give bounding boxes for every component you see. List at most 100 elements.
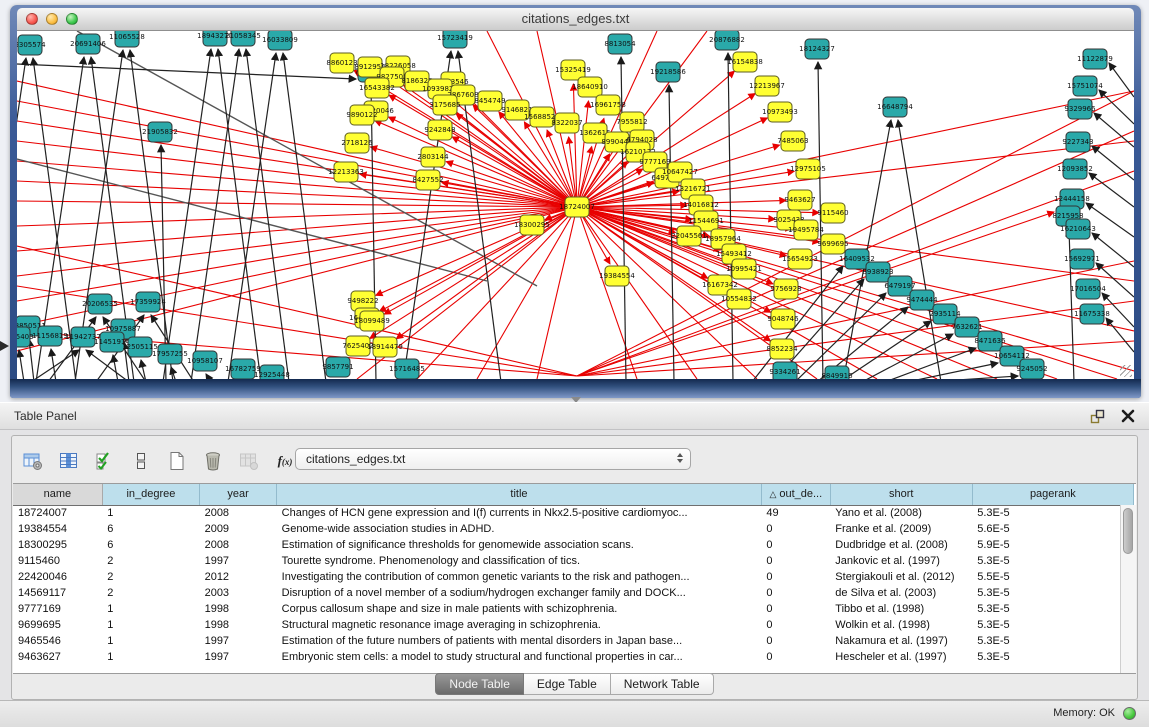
graph-node[interactable]: 7955812 (616, 112, 647, 132)
table-row[interactable]: 2242004622012Investigating the contribut… (13, 569, 1134, 585)
cell-name[interactable]: 9777169 (13, 601, 102, 617)
graph-node[interactable]: 8852234 (766, 339, 798, 359)
scrollbar-thumb[interactable] (1123, 508, 1133, 554)
graph-node[interactable]: 9048746 (767, 309, 799, 329)
cell-year[interactable]: 2003 (200, 585, 277, 601)
cell-pagerank[interactable]: 5.3E-5 (972, 505, 1133, 521)
graph-node[interactable]: 3175685 (429, 95, 460, 115)
cell-short[interactable]: Dudbridge et al. (2008) (830, 537, 972, 553)
graph-node[interactable]: 15751074 (1067, 76, 1103, 96)
cell-name[interactable]: 9115460 (13, 553, 102, 569)
column-header-name[interactable]: name (13, 484, 102, 505)
cell-name[interactable]: 9465546 (13, 633, 102, 649)
graph-node[interactable]: 17016504 (1070, 279, 1106, 299)
cell-out_degree[interactable]: 0 (761, 553, 830, 569)
cell-title[interactable]: Embryonic stem cells: a model to study s… (277, 649, 762, 665)
cell-short[interactable]: de Silva et al. (2003) (830, 585, 972, 601)
row-selection-icon[interactable] (94, 450, 116, 472)
network-canvas[interactable]: 1872400793055742069140611065528189432702… (17, 31, 1134, 379)
cell-name[interactable]: 18724007 (13, 505, 102, 521)
graph-node[interactable]: 7485063 (777, 131, 808, 151)
graph-node[interactable]: 21058345 (225, 31, 261, 46)
cell-name[interactable]: 9699695 (13, 617, 102, 633)
zoom-window-button[interactable] (66, 13, 78, 25)
graph-node[interactable]: 2718126 (341, 133, 373, 153)
cell-year[interactable]: 2008 (200, 537, 277, 553)
cell-out_degree[interactable]: 0 (761, 601, 830, 617)
function-builder-icon[interactable]: f(x) (274, 450, 296, 472)
graph-node[interactable]: 9245052 (1016, 359, 1047, 379)
network-graph[interactable]: 1872400793055742069140611065528189432702… (17, 31, 1134, 379)
graph-node[interactable]: 11065528 (109, 31, 145, 47)
cell-pagerank[interactable]: 5.3E-5 (972, 585, 1133, 601)
graph-node[interactable]: 16033809 (262, 31, 298, 50)
cell-pagerank[interactable]: 5.5E-5 (972, 569, 1133, 585)
graph-node[interactable]: 11122879 (1077, 49, 1113, 69)
graph-node[interactable]: 21905832 (142, 122, 178, 142)
cell-in_degree[interactable]: 1 (102, 601, 199, 617)
table-row[interactable]: 1872400712008Changes of HCN gene express… (13, 505, 1134, 521)
table-source-select[interactable]: citations_edges.txt (295, 448, 691, 470)
cell-in_degree[interactable]: 6 (102, 537, 199, 553)
graph-node[interactable]: 19218586 (650, 62, 686, 82)
cell-in_degree[interactable]: 1 (102, 633, 199, 649)
cell-out_degree[interactable]: 0 (761, 585, 830, 601)
graph-node[interactable]: 9857791 (322, 357, 353, 377)
graph-node[interactable]: 19495784 (788, 220, 824, 240)
window-titlebar[interactable]: citations_edges.txt (17, 8, 1134, 31)
cell-in_degree[interactable]: 2 (102, 569, 199, 585)
cell-pagerank[interactable]: 5.3E-5 (972, 633, 1133, 649)
float-panel-icon[interactable] (1089, 407, 1107, 425)
cell-title[interactable]: Structural magnetic resonance image aver… (277, 617, 762, 633)
cell-title[interactable]: Estimation of significance thresholds fo… (277, 537, 762, 553)
cell-title[interactable]: Genome-wide association studies in ADHD. (277, 521, 762, 537)
table-row[interactable]: 977716911998Corpus callosum shape and si… (13, 601, 1134, 617)
cell-out_degree[interactable]: 0 (761, 569, 830, 585)
close-window-button[interactable] (26, 13, 38, 25)
graph-node[interactable]: 9334261 (769, 362, 800, 379)
cell-title[interactable]: Estimation of the future numbers of pati… (277, 633, 762, 649)
cell-name[interactable]: 14569117 (13, 585, 102, 601)
cell-pagerank[interactable]: 5.3E-5 (972, 553, 1133, 569)
cell-year[interactable]: 2008 (200, 505, 277, 521)
table-row[interactable]: 911546021997Tourette syndrome. Phenomeno… (13, 553, 1134, 569)
cell-in_degree[interactable]: 1 (102, 649, 199, 665)
graph-node[interactable]: 18914479 (367, 337, 403, 357)
cell-short[interactable]: Tibbo et al. (1998) (830, 601, 972, 617)
column-header-short[interactable]: short (830, 484, 972, 505)
cell-out_degree[interactable]: 0 (761, 633, 830, 649)
cell-year[interactable]: 1997 (200, 553, 277, 569)
table-scrollbar[interactable] (1120, 505, 1136, 673)
cell-name[interactable]: 19384554 (13, 521, 102, 537)
table-row[interactable]: 1456911722003Disruption of a novel membe… (13, 585, 1134, 601)
cell-name[interactable]: 18300295 (13, 537, 102, 553)
graph-node[interactable]: 9305574 (17, 35, 46, 55)
cell-short[interactable]: Nakamura et al. (1997) (830, 633, 972, 649)
graph-node[interactable]: 8813054 (604, 34, 636, 54)
cell-out_degree[interactable]: 0 (761, 617, 830, 633)
tab-edge-table[interactable]: Edge Table (524, 673, 611, 695)
graph-node[interactable]: 9699695 (817, 234, 848, 254)
graph-node[interactable]: 9227343 (1062, 132, 1093, 152)
delete-table-icon[interactable] (202, 450, 224, 472)
minimize-window-button[interactable] (46, 13, 58, 25)
cell-pagerank[interactable]: 5.3E-5 (972, 617, 1133, 633)
tab-network-table[interactable]: Network Table (611, 673, 714, 695)
graph-node[interactable]: 15654923 (782, 249, 818, 269)
cell-year[interactable]: 1998 (200, 601, 277, 617)
tab-node-table[interactable]: Node Table (435, 673, 524, 695)
cell-short[interactable]: Hescheler et al. (1997) (830, 649, 972, 665)
graph-node[interactable]: 20876882 (709, 31, 745, 50)
cell-out_degree[interactable]: 0 (761, 521, 830, 537)
cell-short[interactable]: Franke et al. (2009) (830, 521, 972, 537)
graph-node[interactable]: 9890122 (346, 105, 377, 125)
graph-node[interactable]: 16648794 (877, 97, 913, 117)
graph-node[interactable]: 16154838 (727, 52, 763, 72)
cell-in_degree[interactable]: 2 (102, 585, 199, 601)
cell-year[interactable]: 1997 (200, 633, 277, 649)
graph-node[interactable]: 9242848 (424, 120, 455, 140)
cell-pagerank[interactable]: 5.3E-5 (972, 601, 1133, 617)
graph-node[interactable]: 9756928 (770, 279, 801, 299)
cell-in_degree[interactable]: 1 (102, 617, 199, 633)
graph-node[interactable]: 9463627 (784, 190, 815, 210)
